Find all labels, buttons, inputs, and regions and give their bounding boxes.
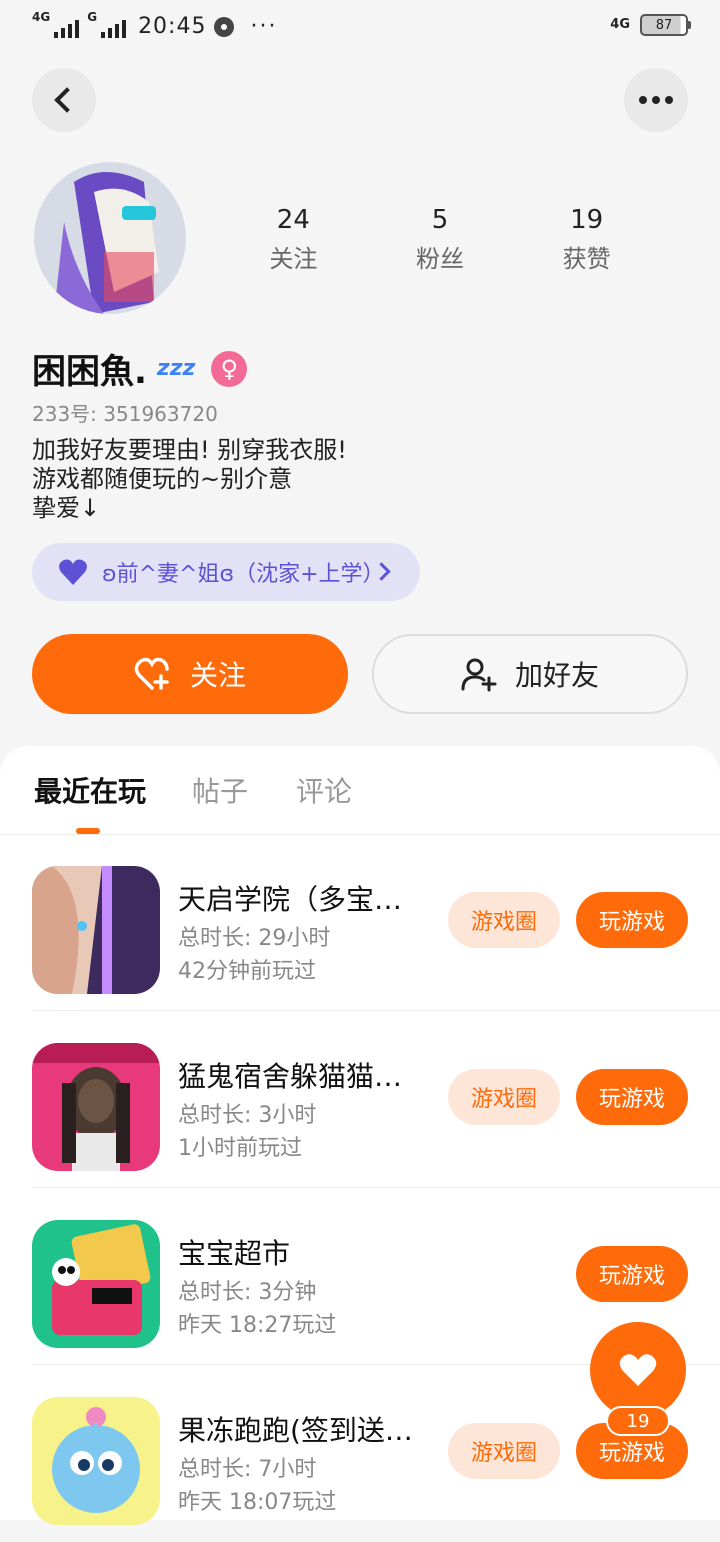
game-circle-button[interactable]: 游戏圈 bbox=[448, 1069, 560, 1125]
relationship-group-pill[interactable]: ʚ前^妻^姐ɞ（沈家+上学） bbox=[32, 543, 420, 601]
female-icon: ♀ bbox=[211, 350, 248, 387]
status-right: 4G 87 bbox=[610, 14, 691, 36]
list-item[interactable]: 猛鬼宿舍躲猫猫（… 总时长: 3小时 1小时前玩过 游戏圈 玩游戏 bbox=[0, 1011, 720, 1188]
user-id: 233号: 351963720 bbox=[32, 402, 218, 426]
profile-stats: 24 关注 5 粉丝 19 获赞 bbox=[220, 205, 660, 274]
game-duration: 总时长: 3小时 bbox=[178, 1103, 317, 1128]
back-arrow-icon bbox=[54, 87, 80, 113]
play-game-button[interactable]: 玩游戏 bbox=[576, 1246, 688, 1302]
add-friend-button[interactable]: 加好友 bbox=[372, 634, 688, 714]
signal-icon bbox=[54, 16, 80, 38]
profile-bio: 加我好友要理由! 别穿我衣服! 游戏都随便玩的~别介意 挚爱↓ bbox=[32, 436, 347, 522]
heart-icon bbox=[619, 1354, 657, 1386]
play-game-button[interactable]: 玩游戏 bbox=[576, 1069, 688, 1125]
tab-posts[interactable]: 帖子 bbox=[192, 770, 248, 810]
game-title: 猛鬼宿舍躲猫猫（… bbox=[178, 1060, 428, 1093]
more-notifications: ··· bbox=[250, 14, 278, 39]
game-duration: 总时长: 29小时 bbox=[178, 926, 331, 951]
avatar-image bbox=[34, 162, 186, 314]
more-dots-icon bbox=[639, 96, 673, 104]
game-list: 天启学院（多宝树… 总时长: 29小时 42分钟前玩过 游戏圈 玩游戏 猛鬼宿舍… bbox=[0, 834, 720, 1542]
game-circle-button[interactable]: 游戏圈 bbox=[448, 892, 560, 948]
game-duration: 总时长: 7小时 bbox=[178, 1457, 317, 1482]
game-duration: 总时长: 3分钟 bbox=[178, 1280, 317, 1305]
group-label: ʚ前^妻^姐ɞ（沈家+上学） bbox=[102, 562, 385, 587]
battery-icon: 87 bbox=[640, 14, 691, 36]
like-fab-button[interactable] bbox=[590, 1322, 686, 1418]
network-type-label: 4G bbox=[32, 9, 51, 24]
tab-recent-games[interactable]: 最近在玩 bbox=[34, 770, 146, 810]
game-icon[interactable] bbox=[32, 1220, 160, 1348]
game-icon[interactable] bbox=[32, 866, 160, 994]
status-bar: 4G G 20:45 ··· 4G 87 bbox=[0, 0, 720, 56]
back-button[interactable] bbox=[32, 68, 96, 132]
sleep-emoji: zzz bbox=[156, 356, 196, 381]
game-title: 果冻跑跑(签到送… bbox=[178, 1414, 413, 1447]
profile-name: 困困魚. bbox=[32, 352, 147, 392]
stat-value: 5 bbox=[431, 205, 449, 235]
heart-icon bbox=[58, 558, 88, 586]
like-count-badge: 19 bbox=[606, 1406, 670, 1436]
notification-icon bbox=[214, 16, 235, 37]
play-game-button[interactable]: 玩游戏 bbox=[576, 892, 688, 948]
stat-following[interactable]: 24 关注 bbox=[220, 205, 367, 274]
tab-comments[interactable]: 评论 bbox=[296, 770, 352, 810]
add-friend-label: 加好友 bbox=[514, 659, 599, 692]
game-last-played: 1小时前玩过 bbox=[178, 1136, 302, 1161]
follow-button[interactable]: 关注 bbox=[32, 634, 348, 714]
stat-value: 24 bbox=[276, 205, 310, 235]
game-meta: 总时长: 3小时 1小时前玩过 bbox=[178, 1099, 316, 1165]
sim2-label: G bbox=[87, 9, 98, 24]
game-title: 天启学院（多宝树… bbox=[178, 883, 428, 916]
game-last-played: 昨天 18:07玩过 bbox=[178, 1490, 337, 1515]
game-meta: 总时长: 7小时 昨天 18:07玩过 bbox=[178, 1453, 336, 1519]
add-user-icon bbox=[461, 658, 497, 692]
game-last-played: 昨天 18:27玩过 bbox=[178, 1313, 337, 1338]
stat-label: 关注 bbox=[269, 245, 318, 273]
status-left: 4G G 20:45 ··· bbox=[32, 10, 278, 40]
stat-likes[interactable]: 19 获赞 bbox=[513, 205, 660, 274]
game-icon[interactable] bbox=[32, 1397, 160, 1525]
tab-bar: 最近在玩 帖子 评论 bbox=[0, 746, 720, 835]
game-icon[interactable] bbox=[32, 1043, 160, 1171]
game-meta: 总时长: 29小时 42分钟前玩过 bbox=[178, 922, 330, 988]
avatar[interactable] bbox=[34, 162, 186, 314]
game-circle-button[interactable]: 游戏圈 bbox=[448, 1423, 560, 1479]
battery-level: 87 bbox=[655, 17, 673, 33]
stat-label: 粉丝 bbox=[416, 245, 464, 273]
game-meta: 总时长: 3分钟 昨天 18:27玩过 bbox=[178, 1276, 336, 1342]
list-item[interactable]: 天启学院（多宝树… 总时长: 29小时 42分钟前玩过 游戏圈 玩游戏 bbox=[0, 834, 720, 1011]
game-title: 宝宝超市 bbox=[178, 1237, 291, 1270]
stat-followers[interactable]: 5 粉丝 bbox=[367, 205, 514, 274]
stat-label: 获赞 bbox=[562, 245, 611, 273]
heart-plus-icon bbox=[134, 657, 169, 690]
more-options-button[interactable] bbox=[624, 68, 688, 132]
follow-label: 关注 bbox=[189, 659, 246, 692]
signal-icon-2 bbox=[101, 16, 127, 38]
name-row: 困困魚. zzz ♀ bbox=[32, 344, 248, 393]
game-last-played: 42分钟前玩过 bbox=[178, 959, 316, 984]
clock: 20:45 bbox=[138, 14, 207, 39]
network-4g-icon: 4G bbox=[610, 17, 630, 32]
stat-value: 19 bbox=[570, 205, 604, 235]
